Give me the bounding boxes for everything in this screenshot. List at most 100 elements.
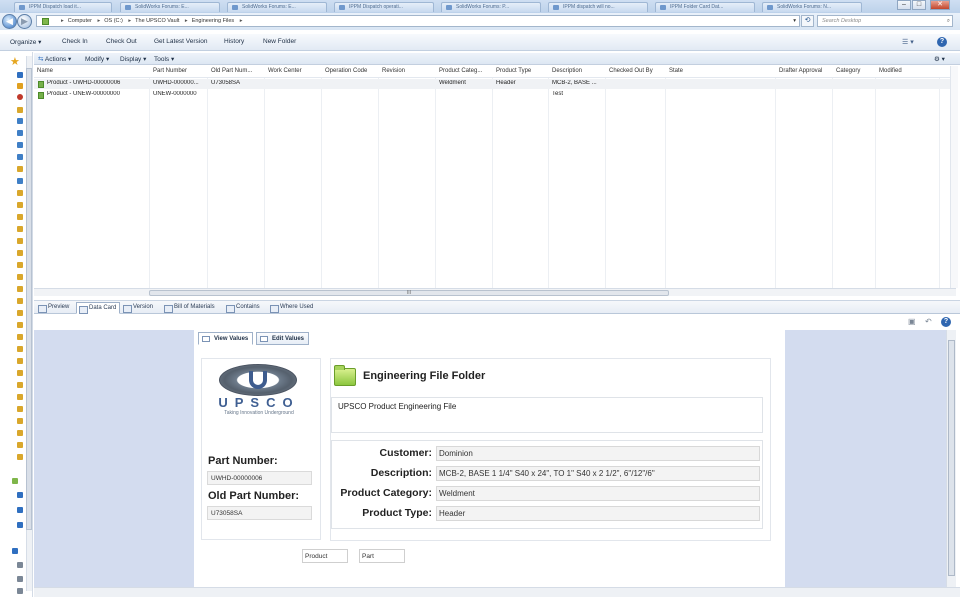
scrollbar-thumb[interactable]: III	[149, 290, 669, 296]
customer-field[interactable]: Dominion	[436, 446, 760, 461]
old-part-number-field[interactable]: U73058SA	[207, 506, 312, 520]
nav-icon[interactable]	[17, 588, 23, 594]
column-header-checked-out-by[interactable]: Checked Out By	[609, 68, 653, 74]
product-category-field[interactable]: Weldment	[436, 486, 760, 501]
nav-icon[interactable]	[17, 274, 23, 280]
nav-icon[interactable]	[17, 190, 23, 196]
nav-icon[interactable]	[17, 250, 23, 256]
nav-icon[interactable]	[17, 130, 23, 136]
column-header-drafter-approval[interactable]: Drafter Approval	[779, 68, 822, 74]
view-options-icon[interactable]: ☰ ▾	[902, 38, 914, 46]
nav-icon[interactable]	[17, 358, 23, 364]
nav-icon[interactable]	[17, 154, 23, 160]
nav-icon[interactable]	[17, 262, 23, 268]
nav-icon[interactable]	[17, 334, 23, 340]
nav-icon[interactable]	[17, 346, 23, 352]
nav-icon[interactable]	[17, 214, 23, 220]
tab-contains[interactable]: Contains	[224, 302, 263, 314]
tab-where-used[interactable]: Where Used	[268, 302, 316, 314]
search-icon[interactable]: ⌕	[947, 16, 950, 27]
column-header-product-category[interactable]: Product Categ...	[439, 68, 482, 74]
edit-values-tab[interactable]: Edit Values	[256, 332, 310, 345]
display-menu[interactable]: Display ▾	[120, 55, 146, 63]
new-folder-button[interactable]: New Folder	[263, 38, 296, 45]
nav-icon[interactable]	[17, 118, 23, 124]
nav-icon[interactable]	[17, 238, 23, 244]
nav-icon[interactable]	[17, 406, 23, 412]
column-options-icon[interactable]: ⚙ ▾	[934, 55, 945, 63]
browser-tab[interactable]: SolidWorks Forums: N...	[762, 2, 862, 12]
nav-icon[interactable]	[17, 72, 23, 78]
history-button[interactable]: History	[224, 38, 244, 45]
nav-icon[interactable]	[17, 522, 23, 528]
list-vertical-scrollbar[interactable]	[950, 66, 958, 288]
nav-icon[interactable]	[17, 418, 23, 424]
get-latest-version-button[interactable]: Get Latest Version	[154, 38, 207, 45]
minimize-icon[interactable]: –	[897, 0, 911, 10]
column-header-revision[interactable]: Revision	[382, 68, 405, 74]
nav-icon[interactable]	[17, 286, 23, 292]
dropdown-icon[interactable]: ▾	[793, 16, 796, 27]
refresh-icon[interactable]: ⟲	[801, 15, 814, 27]
column-header-name[interactable]: Name	[37, 68, 53, 74]
table-row[interactable]: Product - UNEW-00000000 UNEW-0000000 Tes…	[34, 90, 956, 100]
help-icon[interactable]: ?	[941, 317, 951, 327]
browser-tab[interactable]: SolidWorks Forums: P...	[441, 2, 541, 12]
nav-icon[interactable]	[17, 370, 23, 376]
search-input[interactable]: Search Desktop ⌕	[817, 15, 953, 27]
check-out-button[interactable]: Check Out	[106, 38, 137, 45]
column-header-operation-code[interactable]: Operation Code	[325, 68, 367, 74]
undo-icon[interactable]: ↶	[925, 317, 932, 326]
close-icon[interactable]: ✕	[930, 0, 950, 10]
nav-icon[interactable]	[17, 322, 23, 328]
nav-icon[interactable]	[17, 142, 23, 148]
part-field[interactable]: Part	[359, 549, 405, 563]
column-header-product-type[interactable]: Product Type	[496, 68, 531, 74]
breadcrumb-os-drive[interactable]: OS (C:)	[104, 18, 123, 24]
breadcrumb-computer[interactable]: Computer	[68, 18, 92, 24]
nav-scrollbar-thumb[interactable]	[26, 68, 32, 530]
column-header-old-part-number[interactable]: Old Part Num...	[211, 68, 252, 74]
check-in-button[interactable]: Check In	[62, 38, 88, 45]
product-field[interactable]: Product	[302, 549, 348, 563]
tab-preview[interactable]: Preview	[36, 302, 72, 314]
favorites-star-icon[interactable]: ★	[10, 55, 20, 68]
tab-version[interactable]: Version	[121, 302, 156, 314]
browser-tab[interactable]: IPPM Dispatch load it...	[14, 2, 112, 12]
back-icon[interactable]: ◀	[2, 14, 17, 29]
nav-icon[interactable]	[17, 310, 23, 316]
nav-icon[interactable]	[17, 507, 23, 513]
nav-icon[interactable]	[17, 562, 23, 568]
browser-tab[interactable]: IPPM Folder Card Dat...	[655, 2, 755, 12]
modify-menu[interactable]: Modify ▾	[85, 55, 109, 63]
breadcrumb-vault[interactable]: The UPSCO Vault	[135, 18, 179, 24]
nav-icon[interactable]	[12, 478, 18, 484]
column-header-state[interactable]: State	[669, 68, 683, 74]
nav-icon[interactable]	[17, 94, 23, 100]
nav-icon[interactable]	[17, 382, 23, 388]
nav-icon[interactable]	[17, 298, 23, 304]
tools-menu[interactable]: Tools ▾	[154, 55, 174, 63]
maximize-icon[interactable]: □	[912, 0, 926, 10]
nav-icon[interactable]	[17, 202, 23, 208]
actions-menu[interactable]: ⇆ Actions ▾	[38, 55, 71, 63]
nav-icon[interactable]	[17, 492, 23, 498]
column-header-description[interactable]: Description	[552, 68, 582, 74]
nav-icon[interactable]	[17, 394, 23, 400]
nav-icon[interactable]	[17, 454, 23, 460]
part-number-field[interactable]: UWHD-00000006	[207, 471, 312, 485]
forward-icon[interactable]: ▶	[17, 14, 32, 29]
nav-icon[interactable]	[17, 442, 23, 448]
nav-icon[interactable]	[17, 107, 23, 113]
browser-tab[interactable]: SolidWorks Forums: E...	[227, 2, 327, 12]
nav-icon[interactable]	[17, 576, 23, 582]
description-field[interactable]: MCB-2, BASE 1 1/4" S40 x 24", TO 1" S40 …	[436, 466, 760, 481]
column-header-category[interactable]: Category	[836, 68, 860, 74]
browser-tab[interactable]: IPPM Dispatch operati...	[334, 2, 434, 12]
product-type-field[interactable]: Header	[436, 506, 760, 521]
address-bar[interactable]: ▸ Computer ▸ OS (C:) ▸ The UPSCO Vault ▸ Eng…	[36, 15, 800, 27]
column-header-work-center[interactable]: Work Center	[268, 68, 302, 74]
network-icon[interactable]	[12, 548, 18, 554]
preview-vertical-scrollbar[interactable]	[946, 330, 956, 587]
view-values-tab[interactable]: View Values	[198, 332, 254, 345]
